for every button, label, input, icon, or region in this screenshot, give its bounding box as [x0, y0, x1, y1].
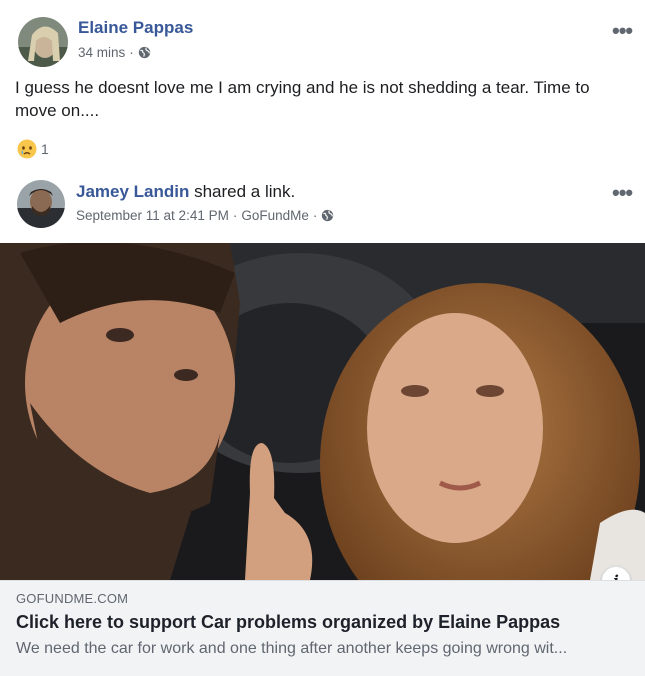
author-name[interactable]: Elaine Pappas — [78, 18, 193, 38]
globe-icon[interactable] — [321, 209, 334, 222]
reactions-summary[interactable]: 1 — [17, 139, 49, 159]
link-description: We need the car for work and one thing a… — [16, 640, 568, 657]
link-caption[interactable]: GOFUNDME.COM Click here to support Car p… — [0, 580, 645, 676]
more-options-button[interactable]: ••• — [612, 20, 633, 42]
link-preview-image[interactable] — [0, 243, 645, 580]
shared-more-options-button[interactable]: ••• — [612, 182, 633, 204]
shared-avatar[interactable] — [17, 180, 65, 228]
reaction-count: 1 — [41, 141, 49, 157]
shared-source[interactable]: GoFundMe — [241, 208, 309, 223]
shared-action-text: shared a link. — [189, 182, 296, 201]
post-text: I guess he doesnt love me I am crying an… — [15, 78, 590, 120]
sad-face-icon — [17, 139, 37, 159]
shared-date[interactable]: September 11 at 2:41 PM — [76, 208, 229, 223]
facebook-post: Elaine Pappas 34 mins · ••• I guess he d… — [0, 0, 645, 676]
link-domain: GOFUNDME.COM — [16, 591, 129, 606]
globe-icon[interactable] — [138, 46, 151, 59]
shared-author-name: Jamey Landin shared a link. — [76, 182, 295, 202]
shared-meta: September 11 at 2:41 PM · GoFundMe · — [76, 208, 334, 223]
shared-author-link[interactable]: Jamey Landin — [76, 182, 189, 201]
avatar[interactable] — [18, 17, 68, 67]
post-meta: 34 mins · — [78, 45, 151, 60]
post-time[interactable]: 34 mins — [78, 45, 125, 60]
link-title[interactable]: Click here to support Car problems organ… — [16, 612, 629, 633]
